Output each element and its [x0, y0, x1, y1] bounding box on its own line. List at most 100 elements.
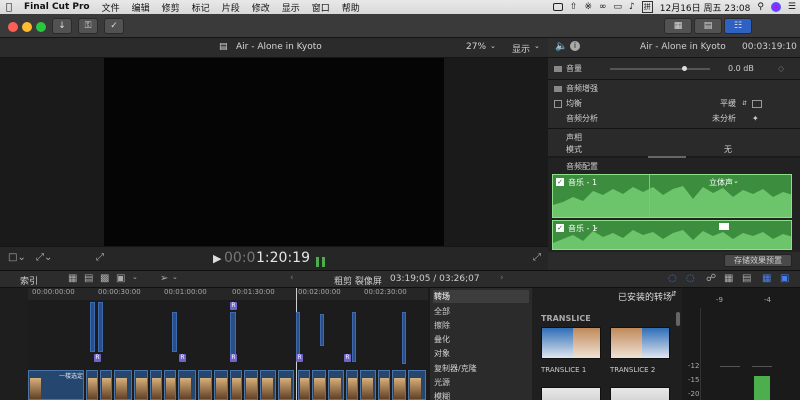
- eq-checkbox[interactable]: [554, 99, 562, 108]
- overwrite-clip-icon[interactable]: ▣: [116, 273, 125, 284]
- transition-thumbnail[interactable]: [541, 327, 601, 359]
- transition-thumbnail[interactable]: [541, 387, 601, 400]
- video-clip[interactable]: [244, 370, 258, 400]
- menu-edit[interactable]: 编辑: [126, 1, 156, 14]
- video-clip[interactable]: [298, 370, 310, 400]
- video-clip[interactable]: [164, 370, 176, 400]
- eq-chevron-icon[interactable]: ⇵: [742, 100, 747, 107]
- installed-transitions-chevron-icon[interactable]: ⇵: [671, 290, 677, 298]
- audio-inspector-icon[interactable]: 🔈: [555, 41, 567, 52]
- menu-window[interactable]: 窗口: [306, 1, 336, 14]
- video-frame[interactable]: [104, 58, 444, 246]
- viewer-display-menu[interactable]: 显示: [512, 42, 530, 55]
- save-effects-preset-button[interactable]: 存储效果预置: [724, 254, 792, 267]
- close-window-button[interactable]: [8, 22, 18, 32]
- audio-clip[interactable]: [320, 314, 324, 346]
- airplay-icon[interactable]: ▭: [613, 2, 622, 12]
- audio-clip[interactable]: [402, 312, 406, 364]
- video-clip[interactable]: [260, 370, 276, 400]
- browser-layout-button[interactable]: ▦: [664, 18, 692, 34]
- minimize-window-button[interactable]: [22, 22, 32, 32]
- timeline-marker[interactable]: R: [230, 302, 237, 310]
- volume-slider-knob[interactable]: [682, 66, 687, 71]
- video-clip[interactable]: [86, 370, 98, 400]
- transitions-browser-icon[interactable]: ▣: [780, 273, 789, 284]
- category-blurs[interactable]: 模糊: [433, 390, 529, 400]
- siri-icon[interactable]: [770, 2, 781, 12]
- display-chevron-icon[interactable]: ⌄: [534, 42, 540, 50]
- volume-slider[interactable]: [610, 67, 710, 70]
- audio-clip[interactable]: [352, 312, 356, 362]
- vpn-status-icon[interactable]: [552, 3, 563, 11]
- video-clip[interactable]: [360, 370, 376, 400]
- solo-toggle-icon[interactable]: ☍: [706, 273, 716, 284]
- fullscreen-viewer-icon[interactable]: ⤢: [533, 252, 541, 263]
- input-method-icon[interactable]: 拼: [641, 1, 653, 13]
- snapping-toggle-icon[interactable]: ▦: [724, 273, 733, 284]
- installed-transitions-menu[interactable]: 已安装的转场: [618, 290, 672, 303]
- video-clip[interactable]: [150, 370, 162, 400]
- app-menu[interactable]: Final Cut Pro: [18, 2, 96, 12]
- tool-chevron-icon[interactable]: ⌄: [172, 273, 178, 281]
- category-all[interactable]: 全部: [433, 305, 529, 318]
- video-clip[interactable]: [328, 370, 344, 400]
- video-clip[interactable]: 一楼选定: [28, 370, 84, 400]
- menu-mark[interactable]: 标记: [186, 1, 216, 14]
- import-button[interactable]: ↓: [52, 18, 72, 34]
- timeline-ruler[interactable]: 00:00:00:00 00:00:30:00 00:01:00:00 00:0…: [28, 288, 428, 300]
- video-clip[interactable]: [100, 370, 112, 400]
- bluetooth-icon[interactable]: ※: [584, 2, 592, 12]
- menu-clip[interactable]: 片段: [216, 1, 246, 14]
- timeline-marker[interactable]: R: [230, 354, 237, 362]
- clip-appearance-icon[interactable]: ▦: [68, 273, 77, 284]
- timeline-marker[interactable]: R: [94, 354, 101, 362]
- audio-clip[interactable]: [90, 302, 95, 352]
- audio-skimming-toggle-icon[interactable]: ◌: [686, 273, 695, 284]
- mono-chevron-icon[interactable]: ⌄: [593, 223, 599, 231]
- mono-channel-strip[interactable]: ✓ 音乐 - 1 ⌄: [552, 220, 792, 250]
- clip-appearance-toggle-icon[interactable]: ▤: [742, 273, 751, 284]
- audio-clip[interactable]: [296, 312, 300, 356]
- category-transitions[interactable]: 转场: [433, 290, 529, 303]
- transitions-scrollbar[interactable]: [676, 312, 680, 326]
- info-inspector-icon[interactable]: i: [570, 41, 580, 51]
- video-clip[interactable]: [346, 370, 358, 400]
- zoom-window-button[interactable]: [36, 22, 46, 32]
- transition-thumbnail[interactable]: [610, 387, 670, 400]
- mono-checkbox[interactable]: ✓: [556, 224, 564, 232]
- fullscreen-icon[interactable]: ⤢: [96, 252, 104, 263]
- keywords-button[interactable]: ⚿: [78, 18, 98, 34]
- inspector-toggle-button[interactable]: ☷: [724, 18, 752, 34]
- video-clip[interactable]: [198, 370, 212, 400]
- background-tasks-button[interactable]: ✓: [104, 18, 124, 34]
- viewer-zoom[interactable]: 27%: [466, 42, 486, 52]
- apple-menu-icon[interactable]: : [0, 2, 18, 13]
- wifi-icon[interactable]: ∞: [599, 2, 607, 12]
- upload-status-icon[interactable]: ⇧: [570, 2, 578, 12]
- video-clip[interactable]: [114, 370, 132, 400]
- viewer-timecode[interactable]: 1:20:19: [256, 250, 310, 266]
- menu-trim[interactable]: 修剪: [156, 1, 186, 14]
- edit-mode-chevron-icon[interactable]: ⌄: [132, 273, 138, 281]
- viewer-zoom-chevron-icon[interactable]: ⌄: [490, 42, 496, 50]
- category-lights[interactable]: 光源: [433, 376, 529, 389]
- transform-tool-icon[interactable]: ⤢⌄: [36, 252, 52, 263]
- menu-help[interactable]: 帮助: [336, 1, 366, 14]
- audio-clip[interactable]: [98, 302, 103, 352]
- video-clip[interactable]: [408, 370, 426, 400]
- timeline-marker[interactable]: R: [296, 354, 303, 362]
- stereo-chevron-icon[interactable]: ⌄: [733, 177, 739, 185]
- view-options-icon[interactable]: □⌄: [8, 252, 26, 263]
- category-dissolves[interactable]: 叠化: [433, 333, 529, 346]
- magic-wand-icon[interactable]: ✦: [752, 114, 759, 123]
- skimming-toggle-icon[interactable]: ◌: [668, 273, 677, 284]
- connect-clip-icon[interactable]: ▤: [84, 273, 93, 284]
- effects-browser-icon[interactable]: ▦: [762, 273, 771, 284]
- video-clip[interactable]: [214, 370, 228, 400]
- select-tool-icon[interactable]: ➢: [160, 273, 168, 284]
- menu-view[interactable]: 显示: [276, 1, 306, 14]
- video-clip[interactable]: [134, 370, 148, 400]
- stereo-value[interactable]: 立体声: [709, 177, 733, 188]
- timeline-marker[interactable]: R: [344, 354, 351, 362]
- notification-center-icon[interactable]: ☰: [788, 2, 796, 12]
